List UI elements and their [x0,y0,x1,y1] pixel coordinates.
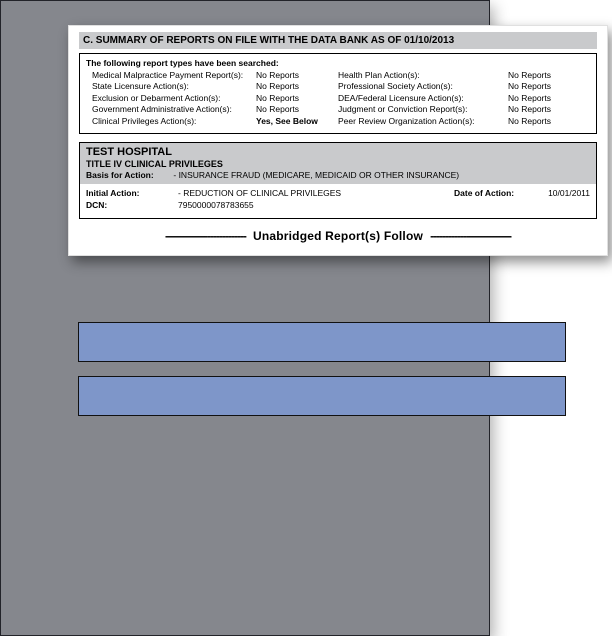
search-row: State Licensure Action(s): No Reports Pr… [86,81,590,92]
search-right-value: No Reports [508,70,578,81]
hospital-header: TEST HOSPITAL TITLE IV CLINICAL PRIVILEG… [80,143,596,184]
basis-label: Basis for Action: [86,170,171,180]
hospital-basis: Basis for Action: - INSURANCE FRAUD (MED… [86,170,590,180]
initial-action-value: - REDUCTION OF CLINICAL PRIVILEGES [178,188,454,200]
search-row: Exclusion or Debarment Action(s): No Rep… [86,93,590,104]
dash-right: --------------------------- [430,229,511,243]
search-left-label: Exclusion or Debarment Action(s): [86,93,256,104]
search-left-label: Medical Malpractice Payment Report(s): [86,70,256,81]
date-of-action-label: Date of Action: [454,188,534,200]
background-stripe [78,322,566,362]
background-stripe [78,376,566,416]
hospital-subtitle: TITLE IV CLINICAL PRIVILEGES [86,159,590,169]
search-left-value: Yes, See Below [256,116,338,127]
hospital-name: TEST HOSPITAL [86,146,590,158]
dash-left: --------------------------- [165,229,246,243]
search-right-label: Judgment or Conviction Report(s): [338,104,508,115]
search-left-value: No Reports [256,93,338,104]
search-summary-box: The following report types have been sea… [79,53,597,134]
section-title: C. SUMMARY OF REPORTS ON FILE WITH THE D… [79,32,597,49]
search-right-label: Peer Review Organization Action(s): [338,116,508,127]
search-intro: The following report types have been sea… [86,58,590,68]
search-right-label: Professional Society Action(s): [338,81,508,92]
search-row: Government Administrative Action(s): No … [86,104,590,115]
dcn-value: 7950000078783655 [178,200,454,212]
date-of-action-value: 10/01/2011 [534,188,590,200]
search-row: Medical Malpractice Payment Report(s): N… [86,70,590,81]
search-left-label: State Licensure Action(s): [86,81,256,92]
search-left-value: No Reports [256,81,338,92]
search-left-value: No Reports [256,104,338,115]
basis-value: - INSURANCE FRAUD (MEDICARE, MEDICAID OR… [173,170,459,180]
report-card: C. SUMMARY OF REPORTS ON FILE WITH THE D… [68,25,608,256]
search-left-label: Government Administrative Action(s): [86,104,256,115]
search-right-label: DEA/Federal Licensure Action(s): [338,93,508,104]
search-right-value: No Reports [508,104,578,115]
follow-text: Unabridged Report(s) Follow [253,229,423,243]
search-right-value: No Reports [508,93,578,104]
search-left-value: No Reports [256,70,338,81]
dcn-label: DCN: [86,200,178,212]
search-right-value: No Reports [508,81,578,92]
initial-action-label: Initial Action: [86,188,178,200]
search-row: Clinical Privileges Action(s): Yes, See … [86,116,590,127]
search-right-label: Health Plan Action(s): [338,70,508,81]
hospital-block: TEST HOSPITAL TITLE IV CLINICAL PRIVILEG… [79,142,597,219]
search-right-value: No Reports [508,116,578,127]
search-left-label: Clinical Privileges Action(s): [86,116,256,127]
hospital-body: Initial Action: - REDUCTION OF CLINICAL … [80,184,596,218]
unabridged-follow-line: --------------------------- Unabridged R… [79,229,597,243]
